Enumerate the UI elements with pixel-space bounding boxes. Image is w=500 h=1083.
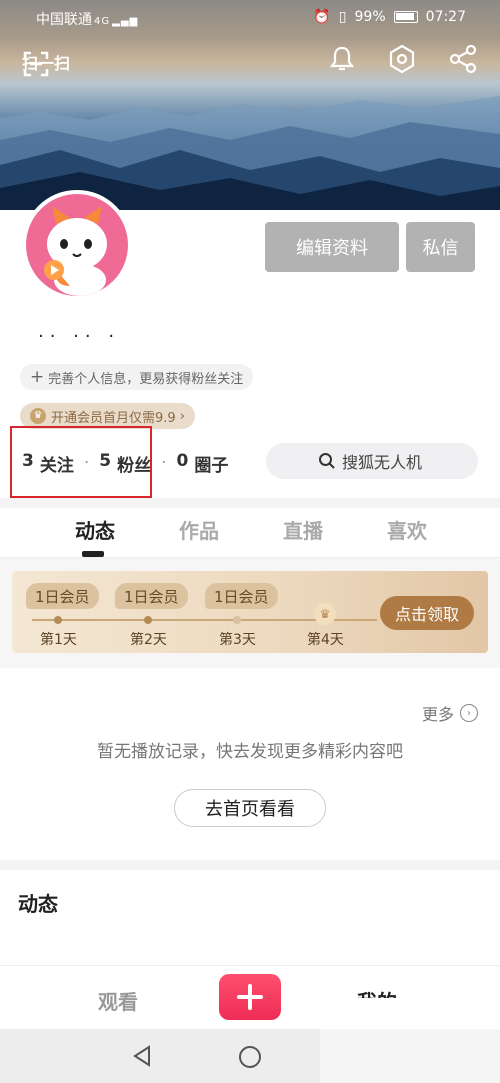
plus-icon: [237, 984, 263, 1010]
circles-label: 圈子: [194, 455, 229, 476]
complete-info-text: 完善个人信息，更易获得粉丝关注: [48, 371, 244, 387]
nav-watch[interactable]: 观看: [98, 986, 138, 1015]
claim-reward-button[interactable]: 点击领取: [380, 596, 474, 630]
circles-count: 0: [176, 450, 189, 471]
battery-icon: [393, 11, 418, 23]
bell-icon[interactable]: [327, 44, 357, 74]
tab-likes[interactable]: 喜欢: [355, 515, 459, 555]
dynamics-section-title: 动态: [18, 892, 58, 916]
edit-profile-button[interactable]: 编辑资料: [265, 222, 399, 272]
signal-icon: ▂▄▆: [112, 16, 139, 27]
profile-banner: 中国联通 4G ▂▄▆ ⏰ ▯ 99% 07:27 扫一扫: [0, 0, 500, 210]
day-3-tag: 1日会员: [205, 583, 278, 609]
vibrate-icon: ▯: [338, 9, 347, 25]
system-nav-area: [0, 1029, 320, 1083]
avatar-image: [26, 194, 128, 296]
network-type: 4G: [94, 16, 111, 27]
message-button[interactable]: 私信: [406, 222, 475, 272]
day-1-dot: [54, 616, 62, 624]
create-button[interactable]: [219, 974, 281, 1020]
day-2-dot: [144, 616, 152, 624]
fox-mascot-icon: [44, 206, 107, 296]
crown-icon: ♛: [30, 408, 46, 424]
system-nav-bar: [0, 1029, 500, 1083]
day-2-label: 第2天: [130, 632, 167, 648]
search-pill[interactable]: 搜狐无人机: [266, 443, 478, 479]
day-3-dot: [233, 616, 241, 624]
scan-icon: [23, 51, 49, 77]
avatar[interactable]: [22, 190, 132, 300]
annotation-highlight-box: [10, 426, 152, 498]
content-tabs: 动态 作品 直播 喜欢: [0, 515, 500, 555]
circles-stat[interactable]: 0 圈子: [177, 451, 229, 476]
day-2-tag: 1日会员: [115, 583, 188, 609]
back-triangle-icon[interactable]: [131, 1045, 153, 1067]
search-icon: [319, 453, 335, 469]
day-4-label: 第4天: [307, 632, 344, 648]
tab-works[interactable]: 作品: [147, 515, 251, 555]
stat-separator: ·: [161, 453, 167, 473]
tab-live[interactable]: 直播: [251, 515, 355, 555]
nav-mine[interactable]: 我的: [357, 986, 397, 998]
battery-percent: 99%: [354, 9, 386, 25]
settings-icon[interactable]: [387, 44, 417, 74]
go-home-button[interactable]: 去首页看看: [174, 789, 326, 827]
plus-icon: +: [30, 367, 45, 387]
day-4-crown-icon: ♛: [314, 603, 336, 625]
day-3-label: 第3天: [219, 632, 256, 648]
username: ·· ·· ·: [38, 326, 121, 347]
day-1-label: 第1天: [40, 632, 77, 648]
more-link[interactable]: 更多 ›: [422, 701, 478, 725]
bottom-nav: 观看 我的: [0, 965, 500, 1029]
section-divider: [0, 498, 500, 508]
search-text: 搜狐无人机: [342, 453, 423, 472]
complete-info-pill[interactable]: + 完善个人信息，更易获得粉丝关注: [20, 364, 254, 390]
chevron-right-circle-icon: ›: [460, 704, 478, 722]
empty-history-text: 暂无播放记录，快去发现更多精彩内容吧: [97, 742, 403, 762]
more-label: 更多: [421, 705, 454, 724]
status-bar: 中国联通 4G ▂▄▆ ⏰ ▯ 99% 07:27: [0, 0, 500, 34]
top-toolbar: 扫一扫: [0, 44, 500, 84]
carrier-name: 中国联通: [36, 12, 92, 28]
scan-button[interactable]: 扫一扫: [22, 50, 70, 77]
carrier-info: 中国联通 4G ▂▄▆: [36, 9, 138, 29]
clock: 07:27: [425, 9, 466, 25]
tab-dynamics[interactable]: 动态: [43, 515, 147, 555]
vip-promo-text: 开通会员首月仅需9.9: [51, 410, 176, 426]
section-divider: [0, 860, 500, 870]
profile-page: 中国联通 4G ▂▄▆ ⏰ ▯ 99% 07:27 扫一扫 编辑资料 私信 ··…: [0, 0, 500, 1083]
home-circle-icon[interactable]: [238, 1045, 262, 1069]
chevron-right-icon: ›: [179, 408, 185, 424]
day-1-tag: 1日会员: [26, 583, 99, 609]
checkin-reward-card: 1日会员 第1天 1日会员 第2天 1日会员 第3天 ♛ 第4天 点击领取: [12, 571, 488, 653]
alarm-icon: ⏰: [313, 9, 331, 25]
share-icon[interactable]: [449, 44, 479, 74]
status-right: ⏰ ▯ 99% 07:27: [313, 9, 466, 25]
